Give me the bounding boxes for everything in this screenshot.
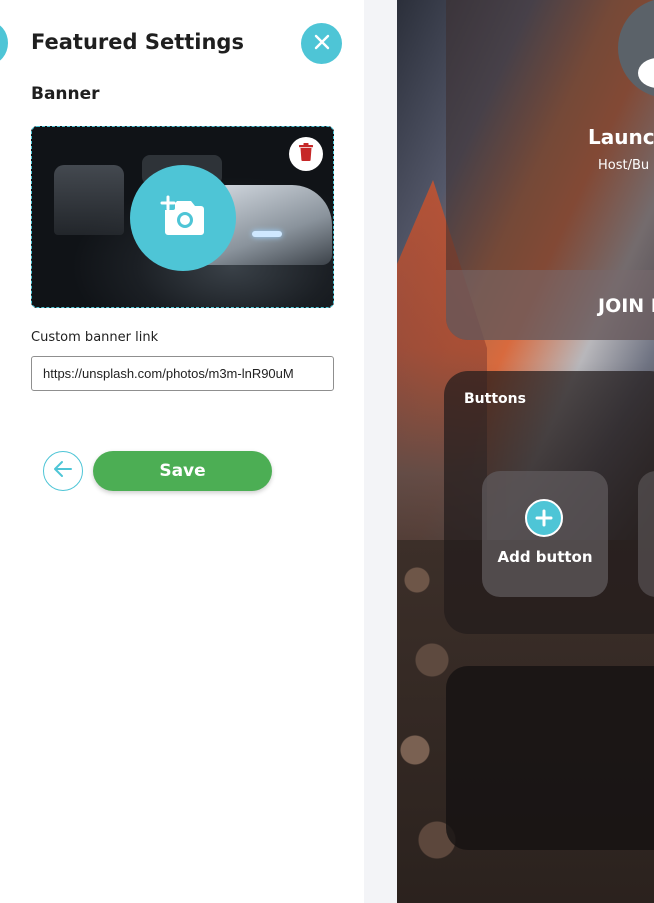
panel-edge-button[interactable] — [0, 22, 8, 64]
custom-banner-link-input[interactable] — [31, 356, 334, 391]
add-photo-icon — [159, 194, 207, 242]
buttons-section-title: Buttons — [464, 391, 526, 407]
profile-card: Launch Host/Bu JOIN I — [446, 0, 654, 340]
delete-banner-button[interactable] — [289, 137, 323, 171]
profile-name: Launch — [588, 125, 654, 149]
panel-divider — [364, 0, 397, 903]
banner-photo-detail — [54, 165, 124, 235]
close-button[interactable] — [301, 23, 342, 64]
join-button-label: JOIN I — [598, 295, 654, 317]
buttons-section: Buttons Add button — [444, 371, 654, 634]
avatar — [618, 0, 654, 98]
preview-section — [446, 666, 654, 850]
plus-icon — [525, 499, 563, 537]
profile-preview: Launch Host/Bu JOIN I Buttons Add button — [397, 0, 654, 903]
back-button[interactable] — [43, 451, 83, 491]
add-button-label: Add button — [497, 548, 593, 566]
upload-banner-button[interactable] — [130, 165, 236, 271]
panel-title: Featured Settings — [31, 30, 244, 54]
banner-image — [31, 126, 334, 308]
arrow-left-icon — [53, 460, 73, 482]
button-tile[interactable] — [638, 471, 654, 597]
banner-label: Banner — [31, 84, 100, 104]
close-icon — [312, 32, 332, 56]
add-button-tile[interactable]: Add button — [482, 471, 608, 597]
custom-banner-link-label: Custom banner link — [31, 330, 159, 345]
avatar-silhouette — [638, 58, 654, 88]
banner-photo-detail — [252, 231, 282, 237]
save-button[interactable]: Save — [93, 451, 272, 491]
trash-icon — [298, 143, 314, 165]
settings-panel: Featured Settings Banner Custom banner l… — [0, 0, 364, 903]
profile-role: Host/Bu — [598, 158, 650, 173]
